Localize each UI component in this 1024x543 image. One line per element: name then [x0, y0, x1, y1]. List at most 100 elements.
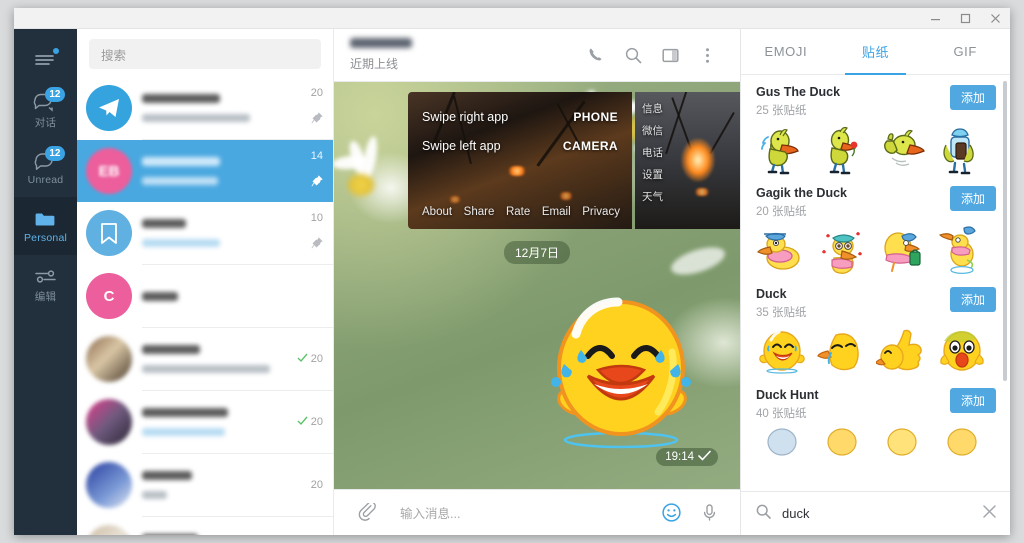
hamburger-menu-button[interactable]	[14, 37, 77, 81]
tab-gif[interactable]: GIF	[920, 29, 1010, 74]
table-row[interactable]: 20	[77, 454, 333, 516]
emoji-smiley-icon[interactable]	[654, 496, 688, 530]
close-icon[interactable]	[980, 8, 1010, 28]
add-pack-button[interactable]: 添加	[950, 85, 996, 110]
chat-meta	[132, 219, 281, 247]
sliders-icon	[32, 265, 60, 287]
chat-meta	[132, 534, 281, 535]
chat-meta	[132, 345, 281, 373]
duckhunt-2-sticker[interactable]	[816, 426, 868, 478]
gus-duck-thumbsup-sticker[interactable]	[876, 123, 928, 175]
side-menu-item-0: 信息	[642, 101, 663, 116]
photo-main[interactable]: Swipe right app PHONE Swipe left app CAM…	[408, 92, 632, 229]
avatar	[86, 85, 132, 131]
sidebar-item-label: Personal	[24, 232, 67, 244]
chat-row-right: 20	[281, 525, 323, 535]
sticker-message[interactable]: 19:14	[526, 272, 716, 462]
sidebar-item-edit[interactable]: 编辑	[14, 255, 77, 313]
photo-album-message[interactable]: Swipe right app PHONE Swipe left app CAM…	[408, 92, 740, 229]
more-menu-icon[interactable]	[689, 37, 726, 74]
table-row[interactable]: 20	[77, 77, 333, 139]
chat-rows: 20 EB	[77, 77, 333, 535]
duck-thumbsup-sticker[interactable]	[876, 325, 928, 377]
microphone-icon[interactable]	[692, 496, 726, 530]
table-row[interactable]: 20	[77, 517, 333, 535]
sidebar-item-personal[interactable]: Personal	[14, 197, 77, 255]
link-email[interactable]: Email	[542, 206, 571, 218]
pack-stickers	[756, 426, 996, 478]
add-pack-button[interactable]: 添加	[950, 186, 996, 211]
duckhunt-4-sticker[interactable]	[936, 426, 988, 478]
maximize-icon[interactable]	[950, 8, 980, 28]
chat-row-right: 20	[281, 399, 323, 445]
paperclip-icon[interactable]	[350, 496, 384, 530]
chat-meta	[132, 157, 281, 185]
pack-text: Gagik the Duck 20 张贴纸	[756, 186, 950, 219]
gagik-duck-bag-sticker[interactable]	[876, 224, 928, 276]
chat-bubbles-icon: 12	[32, 91, 60, 113]
conversation-title-block[interactable]: 近期上线	[350, 38, 578, 72]
scrollbar[interactable]	[1003, 81, 1007, 381]
sticker-pack-list[interactable]: Gus The Duck 25 张贴纸 添加	[741, 75, 1010, 491]
table-row[interactable]: EB 14	[77, 140, 333, 202]
table-row[interactable]: 10	[77, 202, 333, 264]
table-row[interactable]: 20	[77, 391, 333, 453]
link-about[interactable]: About	[422, 206, 452, 218]
table-row[interactable]: 20	[77, 328, 333, 390]
list-item: Duck Hunt 40 张贴纸 添加	[756, 388, 996, 478]
chat-name-blurred	[142, 471, 192, 480]
chat-row-right: 20	[281, 462, 323, 508]
sidebar-item-chats[interactable]: 12 对话	[14, 81, 77, 139]
gus-duck-crying-sticker[interactable]	[756, 123, 808, 175]
sticker-panel: EMOJI 贴纸 GIF Gus The Duck 25 张贴纸 添加	[740, 29, 1010, 535]
sticker-search-bar: duck	[741, 491, 1010, 535]
pack-stickers	[756, 224, 996, 276]
main-body: 12 对话 12 Unread Perso	[14, 29, 1010, 535]
gagik-duck-hearts-sticker[interactable]	[816, 224, 868, 276]
sidebar-item-unread[interactable]: 12 Unread	[14, 139, 77, 197]
chat-name-blurred	[142, 408, 228, 417]
add-pack-button[interactable]: 添加	[950, 388, 996, 413]
message-composer: 输入消息...	[334, 489, 740, 535]
pack-stickers	[756, 325, 996, 377]
duckhunt-3-sticker[interactable]	[876, 426, 928, 478]
message-area[interactable]: Swipe right app PHONE Swipe left app CAM…	[334, 82, 740, 489]
pack-count: 25 张贴纸	[756, 102, 950, 118]
contact-status: 近期上线	[350, 55, 578, 72]
link-share[interactable]: Share	[464, 206, 495, 218]
search-icon[interactable]	[615, 37, 652, 74]
photo-side[interactable]: 信息 微信 电话 设置 天气	[635, 92, 740, 229]
tab-emoji[interactable]: EMOJI	[741, 29, 831, 74]
list-item: Duck 35 张贴纸 添加	[756, 287, 996, 377]
link-rate[interactable]: Rate	[506, 206, 530, 218]
sticker-search-input[interactable]: duck	[782, 506, 972, 521]
list-item: Gus The Duck 25 张贴纸 添加	[756, 85, 996, 175]
gagik-duck-swim-ring-sticker[interactable]	[756, 224, 808, 276]
tab-stickers[interactable]: 贴纸	[831, 29, 921, 74]
chat-search-wrap: 搜索	[77, 29, 333, 77]
phone-icon[interactable]	[578, 37, 615, 74]
split-panel-icon[interactable]	[652, 37, 689, 74]
folder-icon	[32, 208, 60, 230]
chat-timestamp: 20	[311, 416, 323, 428]
gus-duck-rose-sticker[interactable]	[816, 123, 868, 175]
table-row[interactable]: C	[77, 265, 333, 327]
add-pack-button[interactable]: 添加	[950, 287, 996, 312]
duck-laugh-sticker[interactable]	[756, 325, 808, 377]
pack-header: Duck Hunt 40 张贴纸 添加	[756, 388, 996, 421]
duck-shock-sticker[interactable]	[936, 325, 988, 377]
gagik-duck-hat-toss-sticker[interactable]	[936, 224, 988, 276]
pack-title: Duck Hunt	[756, 388, 950, 402]
duck-cry-sticker[interactable]	[816, 325, 868, 377]
chat-search-input[interactable]: 搜索	[89, 39, 321, 69]
chats-unread-badge: 12	[45, 87, 64, 102]
gus-duck-backpack-sticker[interactable]	[936, 123, 988, 175]
minimize-icon[interactable]	[920, 8, 950, 28]
message-input[interactable]: 输入消息...	[388, 503, 650, 522]
duckhunt-1-sticker[interactable]	[756, 426, 808, 478]
chat-preview-blurred	[142, 177, 218, 185]
date-divider: 12月7日	[504, 241, 570, 264]
clear-x-icon[interactable]	[982, 504, 997, 524]
link-privacy[interactable]: Privacy	[582, 206, 620, 218]
avatar-initials: C	[104, 288, 115, 305]
